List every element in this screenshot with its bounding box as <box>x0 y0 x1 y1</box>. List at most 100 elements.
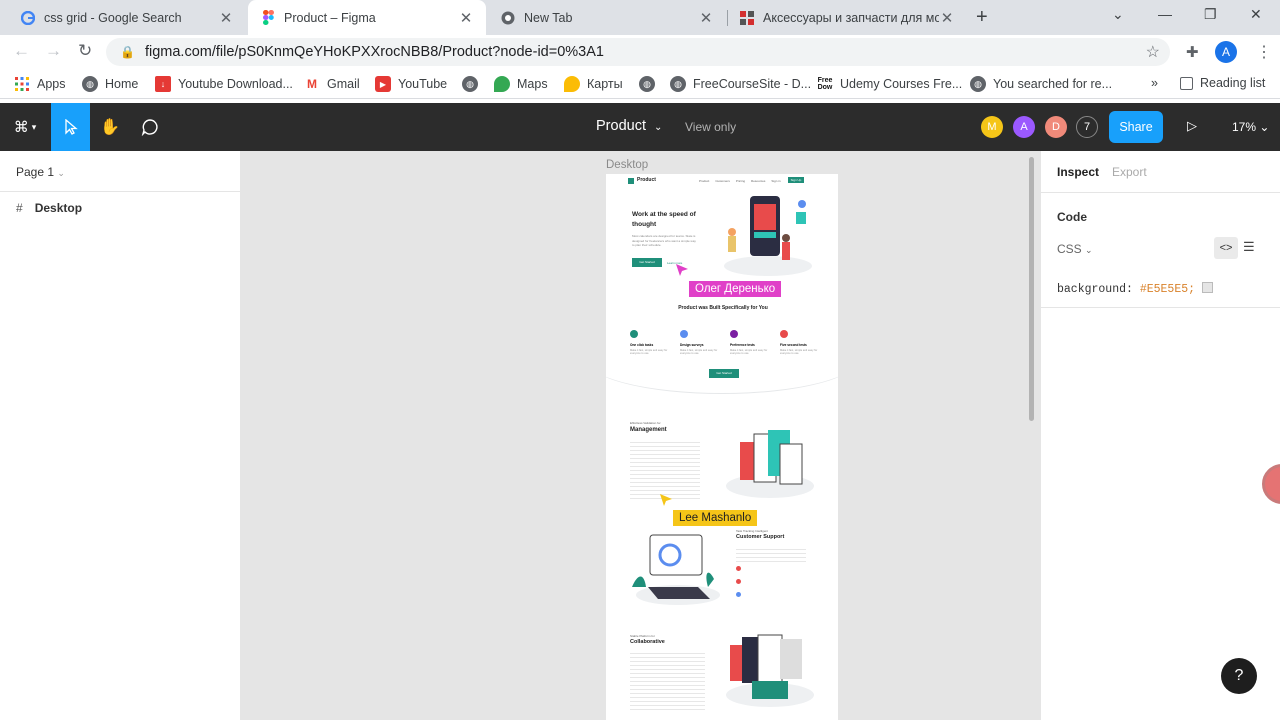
zoom-menu[interactable]: 17% ⌄ <box>1232 120 1269 134</box>
code-heading: Code <box>1057 210 1087 224</box>
profile-avatar[interactable]: A <box>1215 41 1237 63</box>
layer-name: Desktop <box>34 201 83 215</box>
desktop-artboard[interactable]: Product Product Customers Pricing Resour… <box>606 174 838 720</box>
css-property-row[interactable]: background: #E5E5E5; <box>1057 282 1214 296</box>
bookmark-globe-2[interactable]: ◍ <box>639 76 662 92</box>
maps-pin-icon <box>564 76 580 92</box>
file-title[interactable]: Product ⌄ <box>596 118 662 134</box>
bookmarks-overflow[interactable]: » <box>1151 76 1158 90</box>
bookmark-freecoursesite[interactable]: ◍ FreeCourseSite - D... <box>670 76 811 92</box>
share-button[interactable]: Share <box>1109 111 1163 143</box>
avatar-a[interactable]: A <box>1013 116 1035 138</box>
extensions-puzzle-icon[interactable]: ✚ <box>1186 43 1199 61</box>
collaborator-cursor-label: Lee Mashanlo <box>673 510 758 526</box>
bookmark-apps[interactable]: Apps <box>14 76 66 92</box>
bookmark-gmail[interactable]: M Gmail <box>304 76 360 92</box>
figma-canvas[interactable]: Desktop Product Product Customers Pricin… <box>241 151 1040 720</box>
url-text[interactable]: figma.com/file/pS0KnmQeYHoKPXXrocNBB8/Pr… <box>145 44 604 60</box>
bookmark-you-searched[interactable]: ◍ You searched for re... <box>970 76 1112 92</box>
collab-text <box>630 650 705 710</box>
collab-title: Collaborative <box>630 639 665 645</box>
nav-item: Resources <box>751 179 766 183</box>
hand-icon: ✋ <box>100 119 120 136</box>
close-icon[interactable]: ✕ <box>218 9 234 27</box>
reading-list-icon <box>1180 76 1193 90</box>
reload-icon[interactable]: ↻ <box>78 41 92 61</box>
bookmark-label: Home <box>105 77 139 91</box>
tab-search-chevron-icon[interactable]: ⌄ <box>1112 6 1124 23</box>
reading-list-label: Reading list <box>1200 76 1266 90</box>
collab-illustration <box>726 634 814 707</box>
bookmark-label: YouTube <box>398 77 448 91</box>
forward-arrow-icon[interactable]: → <box>45 41 62 61</box>
restore-icon[interactable]: ❐ <box>1204 6 1217 23</box>
list-view-icon[interactable]: ☰ <box>1243 239 1255 255</box>
support-illustration <box>632 534 720 605</box>
tab-export[interactable]: Export <box>1112 165 1147 179</box>
close-icon[interactable]: ✕ <box>458 9 474 27</box>
window-close-icon[interactable]: ✕ <box>1250 6 1262 23</box>
avatar-d[interactable]: D <box>1045 116 1067 138</box>
figma-main-menu[interactable]: ⌘ ▾ <box>0 103 50 151</box>
present-play-icon[interactable]: ▷ <box>1187 118 1197 134</box>
bookmark-home[interactable]: ◍ Home <box>82 76 138 92</box>
move-tool[interactable] <box>51 103 90 151</box>
code-view-icon[interactable]: <> <box>1214 237 1238 259</box>
nav-item: Sign in <box>771 179 781 183</box>
bookmark-star-icon[interactable]: ☆ <box>1146 42 1160 62</box>
close-icon[interactable]: ✕ <box>698 9 714 27</box>
css-value: #E5E5E5; <box>1139 283 1196 296</box>
avatar-m[interactable]: M <box>981 116 1003 138</box>
collaborator-cursor-label: Олег Деренько <box>689 281 782 297</box>
layer-row-desktop[interactable]: # Desktop <box>16 201 82 215</box>
tab-shop[interactable]: Аксессуары и запчасти для моб ✕ <box>727 0 967 35</box>
back-arrow-icon[interactable]: ← <box>13 41 30 61</box>
comment-tool[interactable] <box>130 103 170 151</box>
support-text <box>736 546 806 562</box>
address-bar[interactable]: 🔒 figma.com/file/pS0KnmQeYHoKPXXrocNBB8/… <box>106 38 1170 66</box>
download-icon: ↓ <box>155 76 171 92</box>
globe-icon: ◍ <box>970 76 986 92</box>
code-language-select[interactable]: CSS ⌄ <box>1057 242 1093 256</box>
artboard-logo: Product <box>637 177 656 183</box>
artboard-nav: Product Customers Pricing Resources Sign… <box>699 179 781 183</box>
maps-pin-icon <box>494 76 510 92</box>
hand-tool[interactable]: ✋ <box>90 103 130 151</box>
lock-icon[interactable]: 🔒 <box>120 45 135 59</box>
bullet-dot <box>736 566 741 571</box>
viewer-count[interactable]: 7 <box>1076 116 1098 138</box>
bookmark-label: FreeCourseSite - D... <box>693 77 812 91</box>
support-kicker: Task Tracking Intelligent <box>736 529 769 533</box>
inspect-panel: Inspect Export Code CSS ⌄ <> ☰ backgroun… <box>1040 151 1280 720</box>
management-illustration <box>726 430 814 498</box>
reading-list-button[interactable]: Reading list <box>1180 76 1265 90</box>
chevron-down-icon: ⌄ <box>1259 120 1270 134</box>
bookmark-udemy[interactable]: Free Dow Udemy Courses Fre... <box>817 76 963 92</box>
bookmark-maps[interactable]: Maps <box>494 76 548 92</box>
close-icon[interactable]: ✕ <box>939 9 955 27</box>
nav-item: Customers <box>715 179 730 183</box>
help-button[interactable]: ? <box>1221 658 1257 694</box>
tab-new-tab[interactable]: New Tab ✕ <box>488 0 726 35</box>
bookmark-youtube[interactable]: ▶ YouTube <box>375 76 447 92</box>
support-title: Customer Support <box>736 534 785 540</box>
pointer-icon <box>64 119 78 135</box>
bookmark-globe[interactable]: ◍ <box>462 76 485 92</box>
chevron-down-icon: ⌄ <box>57 168 65 178</box>
minimize-icon[interactable]: — <box>1158 6 1172 22</box>
canvas-scrollbar[interactable] <box>1029 157 1034 421</box>
hero-curve <box>606 324 838 394</box>
tab-google-search[interactable]: css grid - Google Search ✕ <box>8 0 246 35</box>
tab-figma[interactable]: Product – Figma ✕ <box>248 0 486 35</box>
floating-record-button[interactable] <box>1262 464 1280 504</box>
bookmark-youtube-download[interactable]: ↓ Youtube Download... <box>155 76 293 92</box>
bookmark-karty[interactable]: Карты <box>564 76 623 92</box>
divider <box>1041 192 1280 193</box>
tab-inspect[interactable]: Inspect <box>1057 165 1099 179</box>
frame-label[interactable]: Desktop <box>606 159 648 171</box>
page-selector[interactable]: Page 1 ⌄ <box>16 165 65 179</box>
chrome-menu-icon[interactable]: ⋮ <box>1256 42 1272 62</box>
color-swatch <box>1202 282 1214 293</box>
nav-item: Product <box>699 179 710 183</box>
new-tab-plus-icon[interactable]: + <box>976 6 988 29</box>
